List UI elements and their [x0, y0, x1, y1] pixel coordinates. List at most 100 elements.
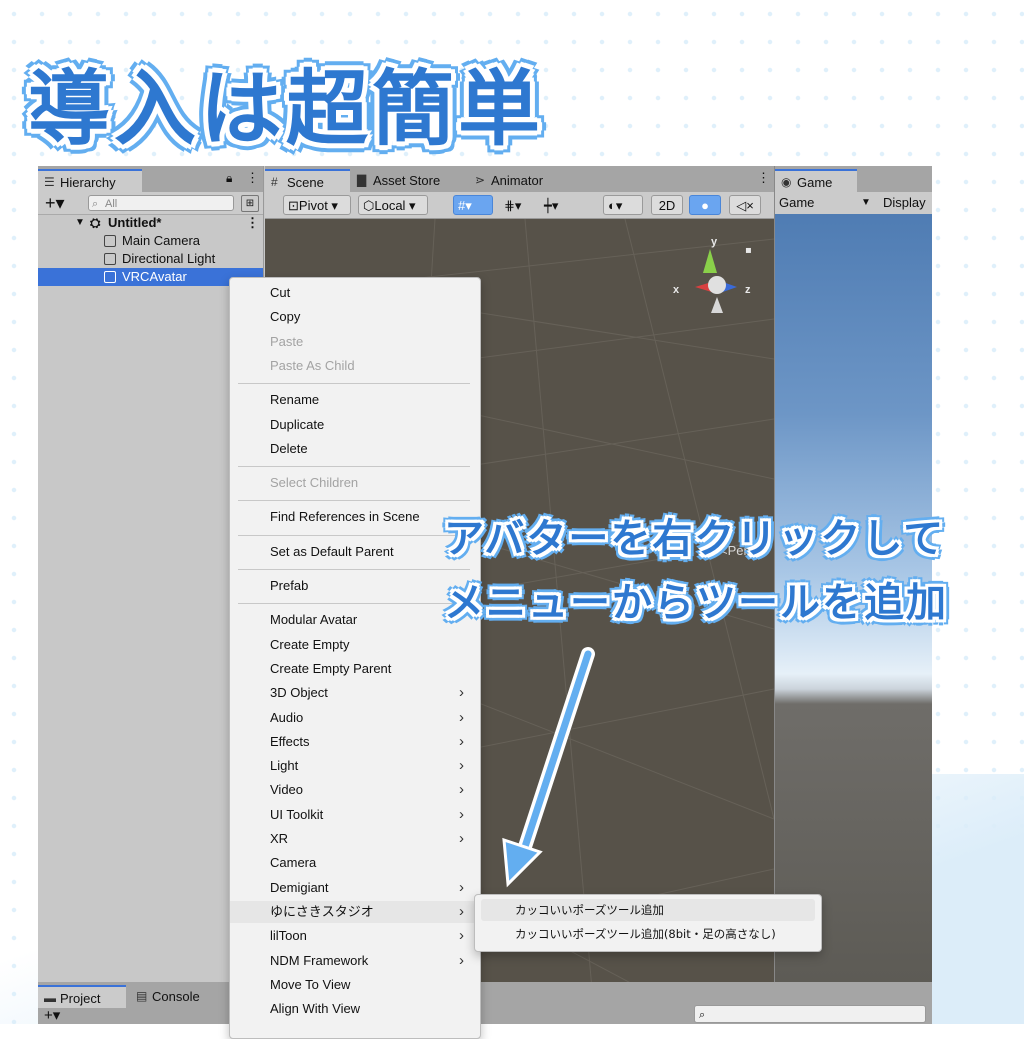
menu-item[interactable]: Find References in Scene	[230, 506, 480, 528]
menu-item-label: Audio	[270, 709, 304, 725]
menu-item: Select Children	[230, 472, 480, 494]
menu-item[interactable]: Rename	[230, 389, 480, 411]
animator-icon: ⋗	[475, 173, 486, 187]
menu-item[interactable]: Create Empty Parent	[230, 658, 480, 680]
menu-item-label: Rename	[270, 392, 320, 408]
annotation-callout: アバターを右クリックして メニューからツールを追加	[444, 498, 1016, 638]
menu-item-add-pose-tool[interactable]: カッコいいポーズツール追加	[481, 899, 815, 921]
menu-item[interactable]: Audio ›	[230, 707, 480, 729]
menu-item-label: Effects	[270, 733, 310, 749]
menu-separator	[238, 383, 470, 385]
search-filter-icon[interactable]: ⊞	[241, 195, 259, 212]
menu-item[interactable]: lilToon ›	[230, 925, 480, 947]
game-toolbar: Game ▼ Display	[775, 192, 932, 215]
menu-item-label: XR	[270, 831, 289, 846]
shading-dropdown[interactable]: ◐▾	[603, 195, 643, 215]
menu-item-label: Align With View	[270, 1001, 361, 1017]
pivot-dropdown[interactable]: ⊡Pivot ▾	[283, 195, 351, 215]
gameobject-cube-icon	[104, 253, 116, 265]
menu-item[interactable]: Camera	[230, 852, 480, 874]
menu-item-label: UI Toolkit	[270, 806, 324, 822]
menu-item-label: Video	[270, 782, 304, 798]
menu-item[interactable]: Cut	[230, 282, 480, 304]
display-dropdown[interactable]: Display	[883, 192, 926, 214]
menu-item[interactable]: Duplicate	[230, 414, 480, 436]
grid-icon: #	[271, 175, 278, 189]
hierarchy-item[interactable]: Directional Light	[38, 250, 263, 268]
menu-item-add-pose-tool-8bit[interactable]: カッコいいポーズツール追加(8bit・足の高さなし)	[481, 923, 815, 945]
menu-item[interactable]: Align With View	[230, 998, 480, 1020]
menu-item[interactable]: Create Empty	[230, 634, 480, 656]
menu-separator	[238, 603, 470, 605]
dropdown-arrow-icon[interactable]: ▼	[861, 192, 871, 214]
ruler-dropdown[interactable]: ┿▾	[539, 195, 579, 215]
menu-item[interactable]: Light ›	[230, 755, 480, 777]
menu-item[interactable]: Delete	[230, 438, 480, 460]
menu-item[interactable]: Set as Default Parent	[230, 541, 480, 563]
tab-project[interactable]: ▬ Project	[38, 985, 126, 1008]
chevron-right-icon: ›	[459, 732, 464, 750]
tab-animator[interactable]: ⋗ Animator	[469, 169, 569, 192]
local-dropdown[interactable]: ⬡Local ▾	[358, 195, 428, 215]
lock-icon[interactable]: 🔒︎	[226, 171, 232, 186]
tab-hierarchy[interactable]: ☰ Hierarchy	[38, 169, 142, 192]
search-icon: ⌕	[92, 198, 99, 210]
pivot-icon: ⊡	[288, 198, 299, 213]
chevron-right-icon: ›	[459, 902, 464, 920]
expand-triangle-icon[interactable]: ▼	[75, 214, 85, 232]
hierarchy-search-input[interactable]: ⌕ All	[88, 195, 234, 211]
menu-item[interactable]: UI Toolkit ›	[230, 804, 480, 826]
menu-item[interactable]: Video ›	[230, 779, 480, 801]
tab-label: Hierarchy	[60, 175, 116, 190]
2d-toggle[interactable]: 2D	[651, 195, 683, 215]
menu-item-label: Duplicate	[270, 416, 325, 432]
pivot-label: Pivot	[298, 198, 328, 213]
local-label: Local	[374, 198, 406, 213]
grid-snap-toggle[interactable]: #▾	[453, 195, 493, 215]
tab-asset-store[interactable]: ▇ Asset Store	[351, 169, 461, 192]
hierarchy-tabbar: ☰ Hierarchy 🔒︎ ⋮	[38, 166, 263, 192]
tab-game[interactable]: ◉ Game	[775, 169, 857, 192]
kebab-menu-icon[interactable]: ⋮	[246, 214, 259, 232]
menu-item[interactable]: Prefab	[230, 575, 480, 597]
menu-item-label: Move To View	[270, 976, 351, 992]
orientation-gizmo[interactable]: y x z ▪	[665, 231, 765, 321]
menu-item[interactable]: NDM Framework ›	[230, 950, 480, 972]
scene-toolbar: ⊡Pivot ▾ ⬡Local ▾ #▾ ⋕▾ ┿▾ ◐▾ 2D ● ◁×	[265, 192, 774, 219]
scene-row[interactable]: ▼ ⛭ Untitled* ⋮	[38, 214, 263, 232]
snap-increment-dropdown[interactable]: ⋕▾	[499, 195, 535, 215]
kebab-menu-icon[interactable]: ⋮	[757, 170, 770, 186]
project-search-input[interactable]: ⌕	[694, 1005, 926, 1023]
tab-scene[interactable]: # Scene	[265, 169, 350, 192]
gameobject-cube-icon	[104, 235, 116, 247]
menu-item[interactable]: Copy	[230, 306, 480, 328]
gizmo-x-label: x	[673, 284, 680, 296]
menu-item-label: Create Empty	[270, 636, 350, 652]
game-view-label: Game	[779, 195, 815, 210]
add-object-button[interactable]: +▾	[45, 192, 65, 214]
hierarchy-item[interactable]: Main Camera	[38, 232, 263, 250]
menu-item[interactable]: Move To View	[230, 974, 480, 996]
annotation-line-2: メニューからツールを追加	[444, 580, 948, 626]
arrow-head	[502, 837, 543, 888]
menu-item[interactable]: Effects ›	[230, 731, 480, 753]
chevron-right-icon: ›	[459, 927, 464, 945]
menu-item-label: 3D Object	[270, 685, 328, 701]
kebab-menu-icon[interactable]: ⋮	[246, 170, 259, 186]
menu-item[interactable]: XR ›	[230, 828, 480, 850]
lighting-toggle[interactable]: ●	[689, 195, 721, 215]
tab-label: Console	[152, 989, 200, 1004]
gizmo-center	[708, 276, 726, 294]
audio-toggle[interactable]: ◁×	[729, 195, 761, 215]
tab-console[interactable]: ▤ Console	[130, 985, 220, 1008]
menu-item[interactable]: 3D Object ›	[230, 682, 480, 704]
menu-item[interactable]: Demigiant ›	[230, 877, 480, 899]
menu-item[interactable]: ゆにさきスタジオ ›	[230, 900, 480, 923]
menu-item-label: Set as Default Parent	[270, 543, 394, 559]
gizmo-lock-icon[interactable]: ▪	[745, 245, 752, 256]
menu-item-label: Create Empty Parent	[270, 660, 392, 676]
unity-scene-icon: ⛭	[90, 215, 101, 230]
project-add-button[interactable]: +▾	[44, 1006, 60, 1024]
menu-item[interactable]: Modular Avatar	[230, 609, 480, 631]
game-view-dropdown[interactable]: Game	[779, 192, 814, 214]
